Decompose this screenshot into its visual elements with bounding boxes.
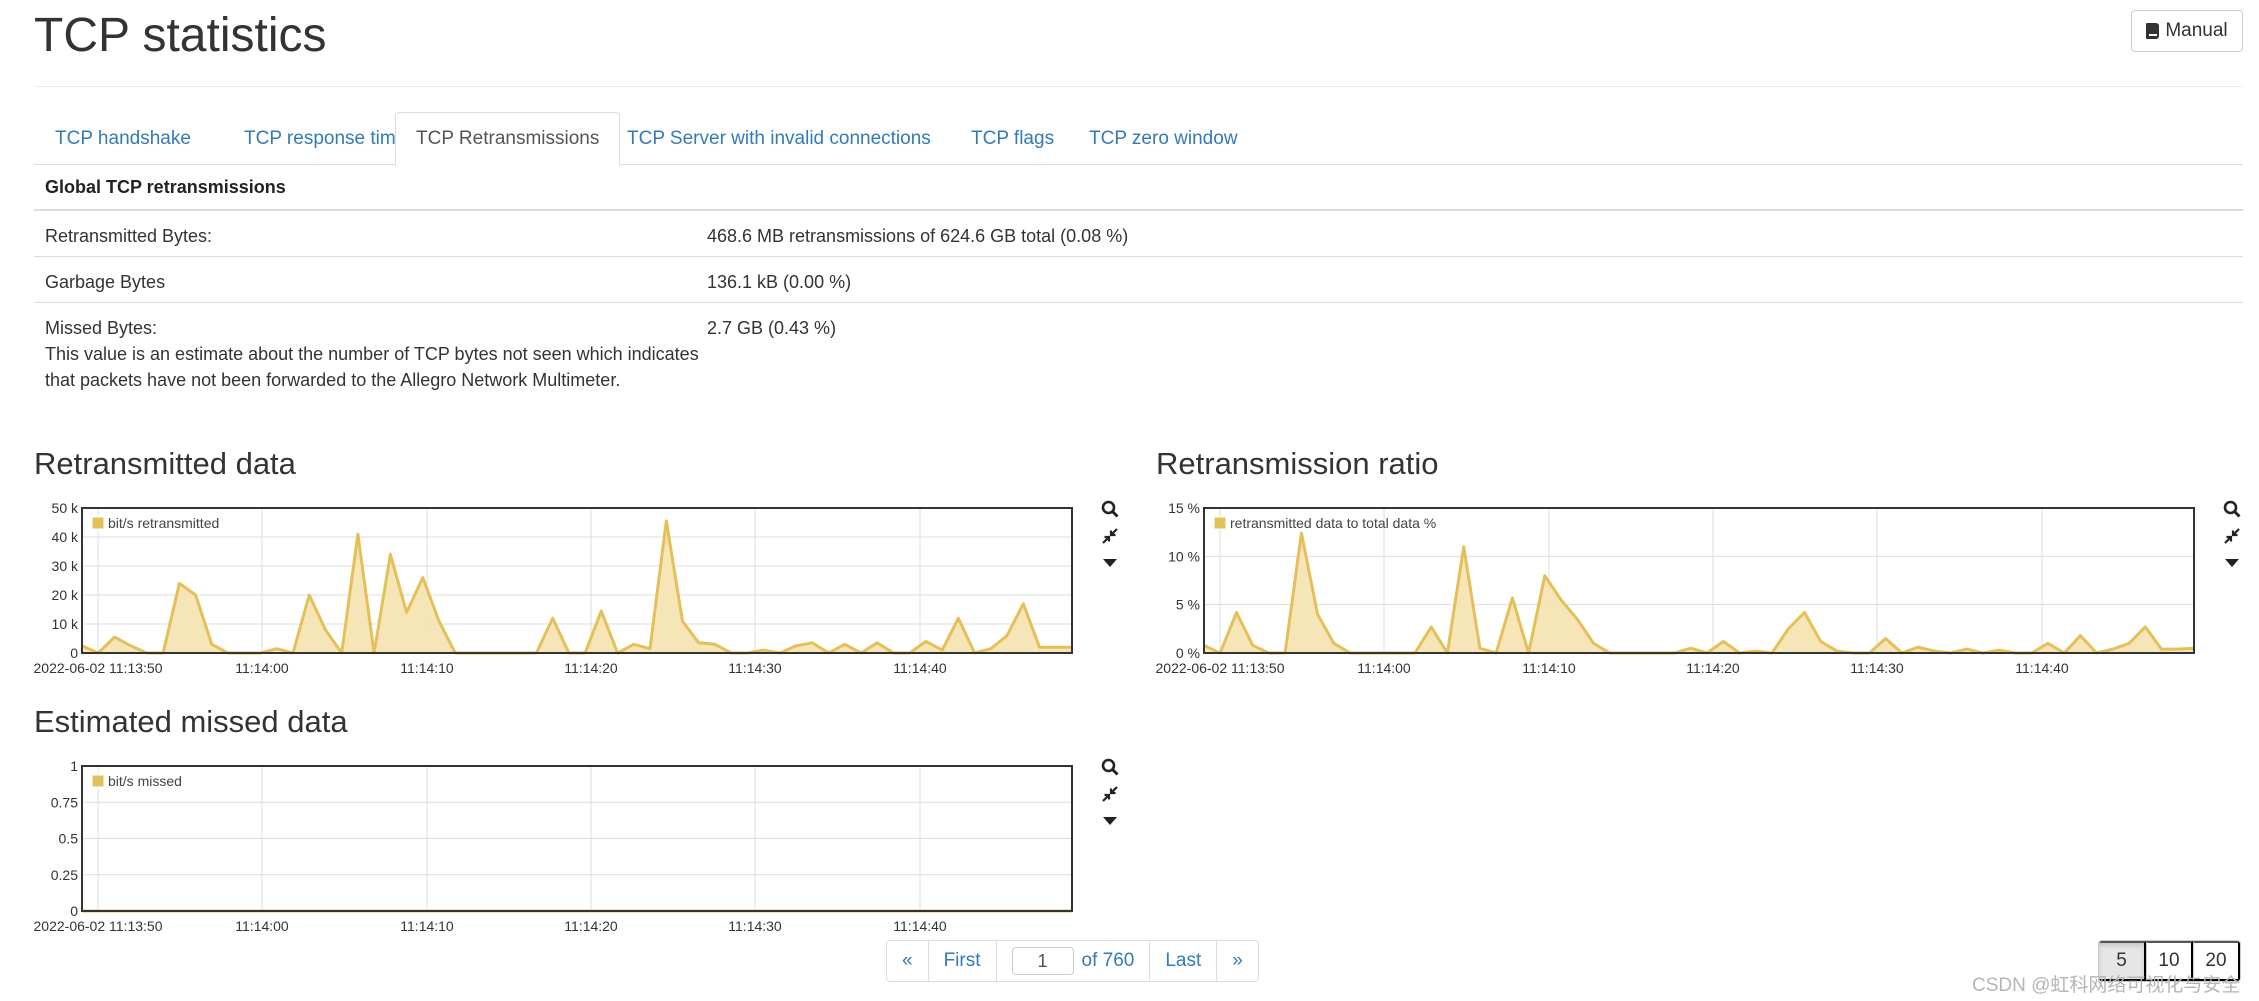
page-number-input[interactable] bbox=[1011, 947, 1074, 975]
global-retransmissions-table: Global TCP retransmissions Retransmitted… bbox=[34, 166, 2243, 403]
legend: retransmitted data to total data % bbox=[1213, 515, 1436, 531]
x-tick-label: 2022-06-02 11:13:50 bbox=[34, 918, 163, 934]
tab-tcp-zero-window[interactable]: TCP zero window bbox=[1068, 112, 1259, 165]
y-tick-label: 0 bbox=[70, 645, 78, 661]
legend-swatch bbox=[91, 516, 105, 530]
pagination: « First of 760 Last » bbox=[886, 940, 1259, 982]
first-page-link[interactable]: First bbox=[927, 941, 996, 981]
y-tick-label: 0 % bbox=[1176, 645, 1200, 661]
row-label: Missed Bytes: bbox=[45, 318, 158, 338]
x-tick-label: 11:14:30 bbox=[728, 918, 782, 934]
watermark-text: CSDN @虹科网络可视化与安全 bbox=[1972, 975, 2241, 996]
y-tick-label: 10 k bbox=[52, 616, 79, 632]
x-tick-label: 11:14:00 bbox=[235, 918, 289, 934]
table-row: Missed Bytes: This value is an estimate … bbox=[34, 303, 2243, 403]
x-tick-label: 11:14:00 bbox=[1357, 660, 1411, 676]
caret-down-icon[interactable] bbox=[2221, 552, 2243, 574]
y-tick-label: 30 k bbox=[52, 558, 79, 574]
next-page-link[interactable]: » bbox=[1216, 941, 1258, 981]
y-tick-label: 50 k bbox=[52, 500, 79, 516]
row-value: 2.7 GB (0.43 %) bbox=[707, 318, 837, 338]
row-label: Retransmitted Bytes: bbox=[45, 226, 213, 246]
caret-down-icon[interactable] bbox=[1099, 810, 1121, 832]
manual-button[interactable]: Manual bbox=[2131, 10, 2243, 52]
y-tick-label: 40 k bbox=[52, 529, 79, 545]
x-tick-label: 11:14:30 bbox=[1850, 660, 1904, 676]
tab-tcp-retransmissions[interactable]: TCP Retransmissions bbox=[395, 112, 621, 166]
book-icon bbox=[2146, 23, 2160, 39]
row-label: Garbage Bytes bbox=[45, 272, 166, 292]
retransmission-ratio-chart: 0 % 5 % 10 % 15 % 2022-06-02 11:13:50 11:14:0… bbox=[1156, 500, 2195, 676]
page-count: of 760 bbox=[1081, 950, 1135, 971]
legend-label: retransmitted data to total data % bbox=[1230, 515, 1436, 531]
legend-swatch bbox=[91, 774, 105, 788]
x-tick-label: 2022-06-02 11:13:50 bbox=[34, 660, 163, 676]
x-tick-label: 11:14:40 bbox=[2015, 660, 2069, 676]
x-tick-label: 11:14:10 bbox=[1522, 660, 1576, 676]
zoom-icon[interactable] bbox=[2221, 498, 2243, 520]
row-value: 468.6 MB retransmissions of 624.6 GB tot… bbox=[707, 226, 1129, 246]
x-tick-label: 11:14:20 bbox=[564, 660, 618, 676]
last-page-link[interactable]: Last bbox=[1149, 941, 1216, 981]
caret-down-icon[interactable] bbox=[1099, 552, 1121, 574]
y-tick-label: 0.75 bbox=[51, 794, 78, 810]
x-tick-label: 11:14:20 bbox=[564, 918, 618, 934]
chart-title-missed: Estimated missed data bbox=[34, 704, 348, 739]
legend-swatch bbox=[1213, 516, 1227, 530]
page-title: TCP statistics bbox=[34, 9, 327, 62]
manual-button-label: Manual bbox=[2165, 20, 2228, 41]
y-tick-label: 20 k bbox=[52, 587, 79, 603]
y-tick-label: 1 bbox=[70, 758, 78, 774]
x-tick-label: 11:14:40 bbox=[893, 918, 947, 934]
y-tick-label: 0.5 bbox=[59, 831, 79, 847]
chart-title-ratio: Retransmission ratio bbox=[1156, 446, 1439, 481]
y-tick-label: 15 % bbox=[1168, 500, 1200, 516]
tab-tcp-handshake[interactable]: TCP handshake bbox=[34, 112, 212, 165]
legend-label: bit/s missed bbox=[108, 773, 182, 789]
table-row: Garbage Bytes 136.1 kB (0.00 %) bbox=[34, 257, 2243, 303]
table-row: Retransmitted Bytes: 468.6 MB retransmis… bbox=[34, 211, 2243, 257]
y-tick-label: 5 % bbox=[1176, 597, 1200, 613]
y-tick-label: 10 % bbox=[1168, 548, 1200, 564]
row-note: This value is an estimate about the numb… bbox=[45, 344, 699, 390]
x-tick-label: 11:14:10 bbox=[400, 660, 454, 676]
compress-icon[interactable] bbox=[2221, 525, 2243, 547]
prev-page-link[interactable]: « bbox=[887, 941, 928, 981]
chart-title-retransmitted: Retransmitted data bbox=[34, 446, 296, 481]
estimated-missed-data-chart: 0 0.25 0.5 0.75 1 2022-06-02 11:13:50 11:14:00… bbox=[34, 758, 1073, 934]
x-tick-label: 11:14:00 bbox=[235, 660, 289, 676]
tab-tcp-server-invalid-connections[interactable]: TCP Server with invalid connections bbox=[606, 112, 952, 165]
plot-area bbox=[82, 508, 1072, 653]
zoom-icon[interactable] bbox=[1099, 756, 1121, 778]
x-tick-label: 11:14:10 bbox=[400, 918, 454, 934]
legend-label: bit/s retransmitted bbox=[108, 515, 219, 531]
compress-icon[interactable] bbox=[1099, 783, 1121, 805]
row-value: 136.1 kB (0.00 %) bbox=[707, 272, 852, 292]
tab-bar: TCP handshake TCP response time TCP Retr… bbox=[34, 112, 2243, 166]
tab-tcp-flags[interactable]: TCP flags bbox=[950, 112, 1075, 165]
x-tick-label: 2022-06-02 11:13:50 bbox=[1156, 660, 1285, 676]
y-tick-label: 0.25 bbox=[51, 867, 78, 883]
title-divider bbox=[34, 86, 2243, 87]
x-tick-label: 11:14:40 bbox=[893, 660, 947, 676]
x-tick-label: 11:14:20 bbox=[1686, 660, 1740, 676]
x-tick-label: 11:14:30 bbox=[728, 660, 782, 676]
compress-icon[interactable] bbox=[1099, 525, 1121, 547]
table-heading: Global TCP retransmissions bbox=[34, 166, 2243, 211]
zoom-icon[interactable] bbox=[1099, 498, 1121, 520]
y-tick-label: 0 bbox=[70, 903, 78, 919]
legend: bit/s retransmitted bbox=[91, 515, 219, 531]
